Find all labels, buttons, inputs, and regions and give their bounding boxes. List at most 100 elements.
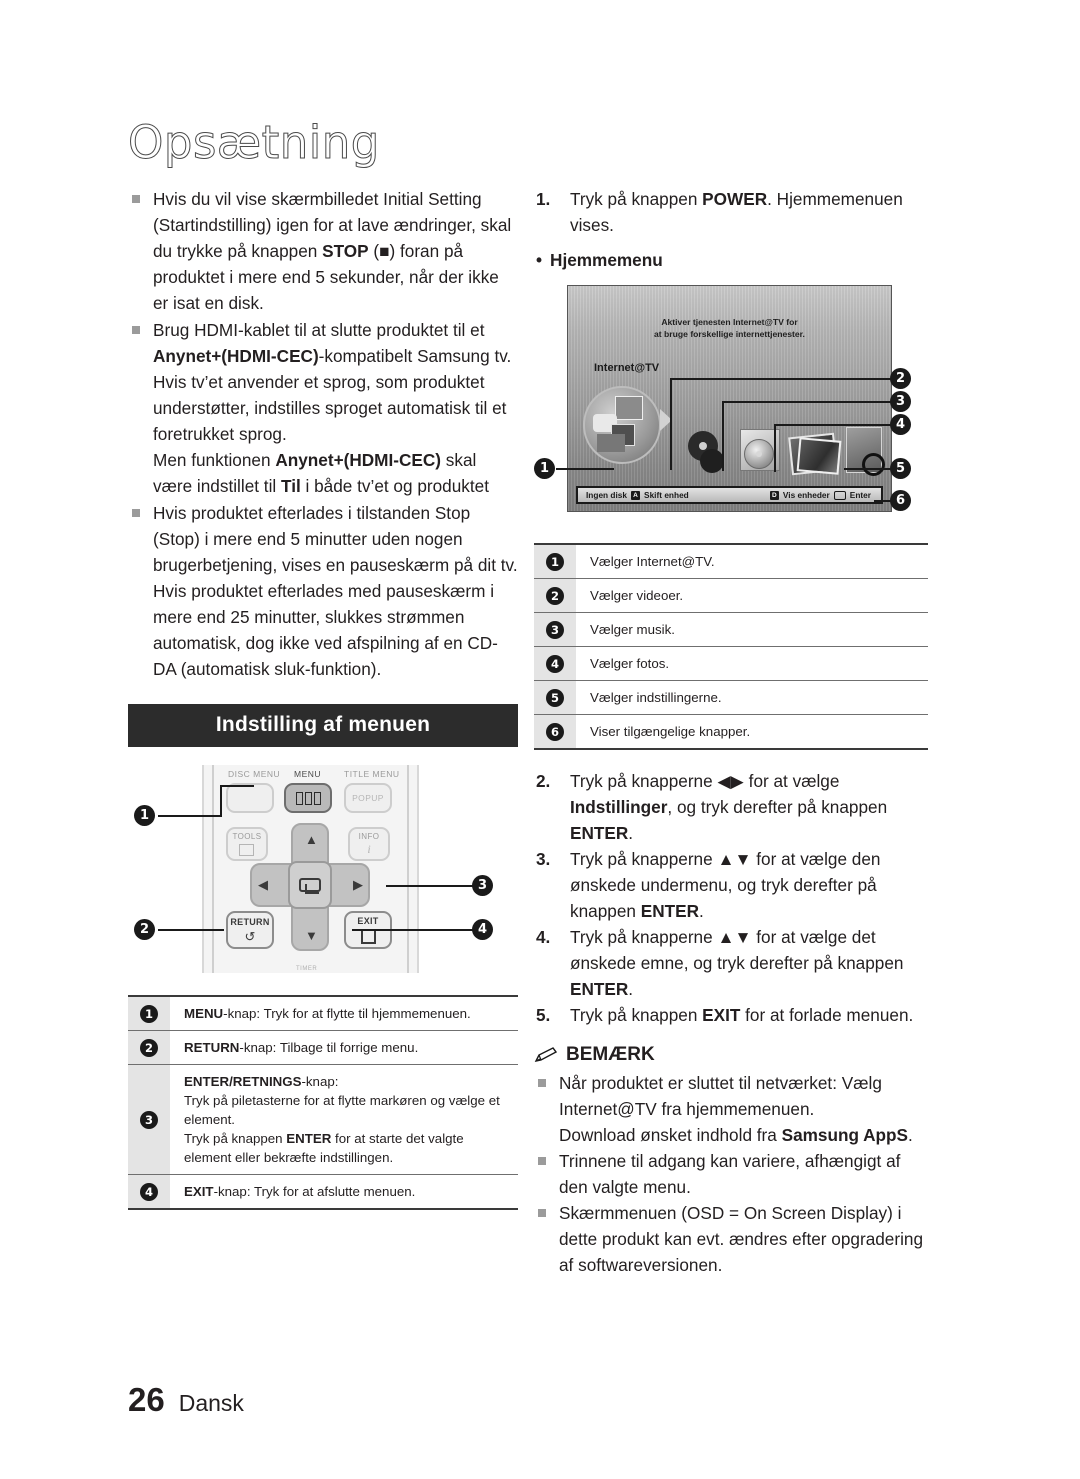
callout-badge: 1 [546, 552, 564, 571]
videos-icon[interactable] [686, 431, 726, 473]
right-column: 1. Tryk på knappen POWER. Hjemmemenuen v… [534, 186, 928, 1278]
arrow-up-icon[interactable]: ▲ [305, 833, 318, 846]
leader-line-1 [158, 815, 222, 817]
callout-1-tv: 1 [534, 458, 555, 479]
step-text: Tryk på knapperne ▲▼ for at vælge det øn… [570, 927, 904, 999]
remote-label-disc-menu: DISC MENU [228, 769, 281, 779]
callout-badge: 2 [546, 586, 564, 605]
step-list-2-5: 2. Tryk på knapperne ◀▶ for at vælge Inds… [534, 768, 928, 1028]
step-item-1: 1. Tryk på knappen POWER. Hjemmemenuen v… [534, 186, 928, 238]
table-row-description: RETURN-knap: Tilbage til forrige menu. [170, 1030, 518, 1065]
callout-1-remote: 1 [134, 805, 155, 826]
leader-line-1b [220, 785, 222, 817]
remote-button-menu[interactable] [284, 783, 332, 813]
remote-label-exit: EXIT [357, 915, 379, 926]
remote-label-timer: TIMER [296, 966, 318, 972]
badge-d-icon: D [769, 490, 779, 500]
table-row-description: Vælger Internet@TV. [576, 543, 928, 579]
remote-label-info: INFO [358, 832, 380, 841]
table-row-description: Vælger indstillingerne. [576, 680, 928, 715]
callout-4-remote: 4 [472, 919, 493, 940]
page-number: 26 [128, 1381, 165, 1418]
remote-button-enter[interactable] [288, 861, 332, 909]
internet-tv-icon[interactable] [583, 386, 661, 464]
callout-3-remote: 3 [472, 875, 493, 896]
table-row: 1 Vælger Internet@TV. [534, 543, 928, 579]
leader-line-2 [158, 929, 224, 931]
table-row: 6 Viser tilgængelige knapper. [534, 714, 928, 750]
step-number: 2. [536, 771, 551, 791]
table-row: 2 Vælger videoer. [534, 578, 928, 613]
settings-icon[interactable] [846, 427, 885, 476]
photos-icon[interactable] [788, 432, 842, 476]
callout-5-tv: 5 [890, 458, 911, 479]
bottom-bar-enter[interactable]: Enter [850, 490, 871, 500]
note-item-3: Skærmmenuen (OSD = On Screen Display) i … [534, 1200, 928, 1278]
note-heading-text: BEMÆRK [566, 1044, 655, 1065]
remote-button-tools[interactable]: TOOLS [226, 827, 268, 861]
remote-button-description-table: 1 MENU-knap: Tryk for at flytte til hjemm… [128, 995, 518, 1210]
step-number-1: 1. [536, 189, 551, 209]
tv-label-internet-tv: Internet@TV [594, 362, 660, 374]
table-row-number: 3 [128, 1064, 170, 1175]
pencil-icon [534, 1047, 558, 1062]
home-menu-screenshot: Aktiver tjenesten Internet@TV for at bru… [534, 281, 928, 529]
bottom-bar-change-device[interactable]: Skift enhed [644, 490, 689, 500]
left-column: Hvis du vil vise skærmbilledet Initial S… [128, 186, 518, 1210]
step-text: Tryk på knapperne ▲▼ for at vælge den øn… [570, 849, 881, 921]
tv-caption-line-1: Aktiver tjenesten Internet@TV for [661, 317, 798, 327]
intro-bullet-1: Hvis du vil vise skærmbilledet Initial S… [128, 186, 518, 316]
badge-a-icon: A [631, 490, 641, 500]
enter-key-icon [833, 490, 846, 500]
note-bullet-list: Når produktet er sluttet til netværket: … [534, 1070, 928, 1278]
bottom-bar-show-devices[interactable]: Vis enheder [783, 490, 830, 500]
callout-badge: 4 [546, 654, 564, 673]
remote-control-illustration: DISC MENU MENU TITLE MENU POPUP TOOLS IN… [128, 759, 518, 981]
tv-screen: Aktiver tjenesten Internet@TV for at bru… [567, 285, 892, 512]
remote-button-disc-menu[interactable] [226, 783, 274, 813]
gear-icon [862, 453, 885, 476]
table-row-number: 5 [534, 680, 576, 715]
table-row-description: Vælger fotos. [576, 646, 928, 681]
info-i-icon: i [367, 842, 371, 856]
callout-2-remote: 2 [134, 919, 155, 940]
tools-icon [239, 843, 255, 856]
step-text-1: Tryk på knappen POWER. Hjemmemenuen vise… [570, 189, 903, 235]
note-item-2: Trinnene til adgang kan variere, afhængi… [534, 1148, 928, 1200]
table-row-description: Vælger videoer. [576, 578, 928, 613]
remote-label-menu: MENU [294, 769, 322, 779]
arrow-right-icon[interactable]: ▶ [353, 878, 363, 891]
film-reel-secondary-icon [700, 449, 724, 473]
remote-button-return[interactable]: RETURN ↺ [226, 911, 274, 949]
page-footer: 26 Dansk [128, 1381, 244, 1419]
arrow-left-icon[interactable]: ◀ [258, 878, 268, 891]
table-row-number: 6 [534, 714, 576, 750]
step-text: Tryk på knapperne ◀▶ for at vælge Indsti… [570, 771, 888, 843]
remote-button-info[interactable]: INFO i [348, 827, 390, 861]
page-language: Dansk [178, 1390, 244, 1416]
table-row: 3 ENTER/RETNINGS-knap: Tryk på piletastern… [128, 1064, 518, 1175]
leader-tv-4h [774, 424, 892, 426]
callout-badge: 3 [546, 620, 564, 639]
step-item-3: 3. Tryk på knapperne ▲▼ for at vælge den … [534, 846, 928, 924]
table-row-description: EXIT-knap: Tryk for at afslutte menuen. [170, 1174, 518, 1210]
home-menu-description-table: 1 Vælger Internet@TV. 2 Vælger videoer. 3 Væl… [534, 543, 928, 750]
remote-button-popup-title-menu[interactable]: POPUP [344, 783, 392, 813]
arrow-down-icon[interactable]: ▼ [305, 929, 318, 942]
table-row: 2 RETURN-knap: Tilbage til forrige menu. [128, 1030, 518, 1065]
remote-label-title-menu: TITLE MENU [344, 769, 400, 779]
table-row-number: 1 [128, 995, 170, 1031]
note-heading: BEMÆRK [534, 1044, 928, 1066]
remote-label-tools: TOOLS [232, 831, 262, 841]
intro-bullet-3: Hvis produktet efterlades i tilstanden S… [128, 500, 518, 682]
remote-dpad[interactable]: ▲ ▼ ◀ ▶ [250, 823, 370, 951]
leader-line-1c [220, 785, 254, 787]
table-row: 1 MENU-knap: Tryk for at flytte til hjemm… [128, 995, 518, 1031]
step-number: 4. [536, 927, 551, 947]
table-row-number: 2 [128, 1030, 170, 1065]
step-item-4: 4. Tryk på knapperne ▲▼ for at vælge det … [534, 924, 928, 1002]
remote-label-return: RETURN [230, 916, 270, 927]
subheading-home-menu: Hjemmemenu [534, 250, 928, 271]
callout-badge: 2 [140, 1038, 158, 1057]
intro-bullet-2: Brug HDMI-kablet til at slutte produktet… [128, 317, 518, 499]
